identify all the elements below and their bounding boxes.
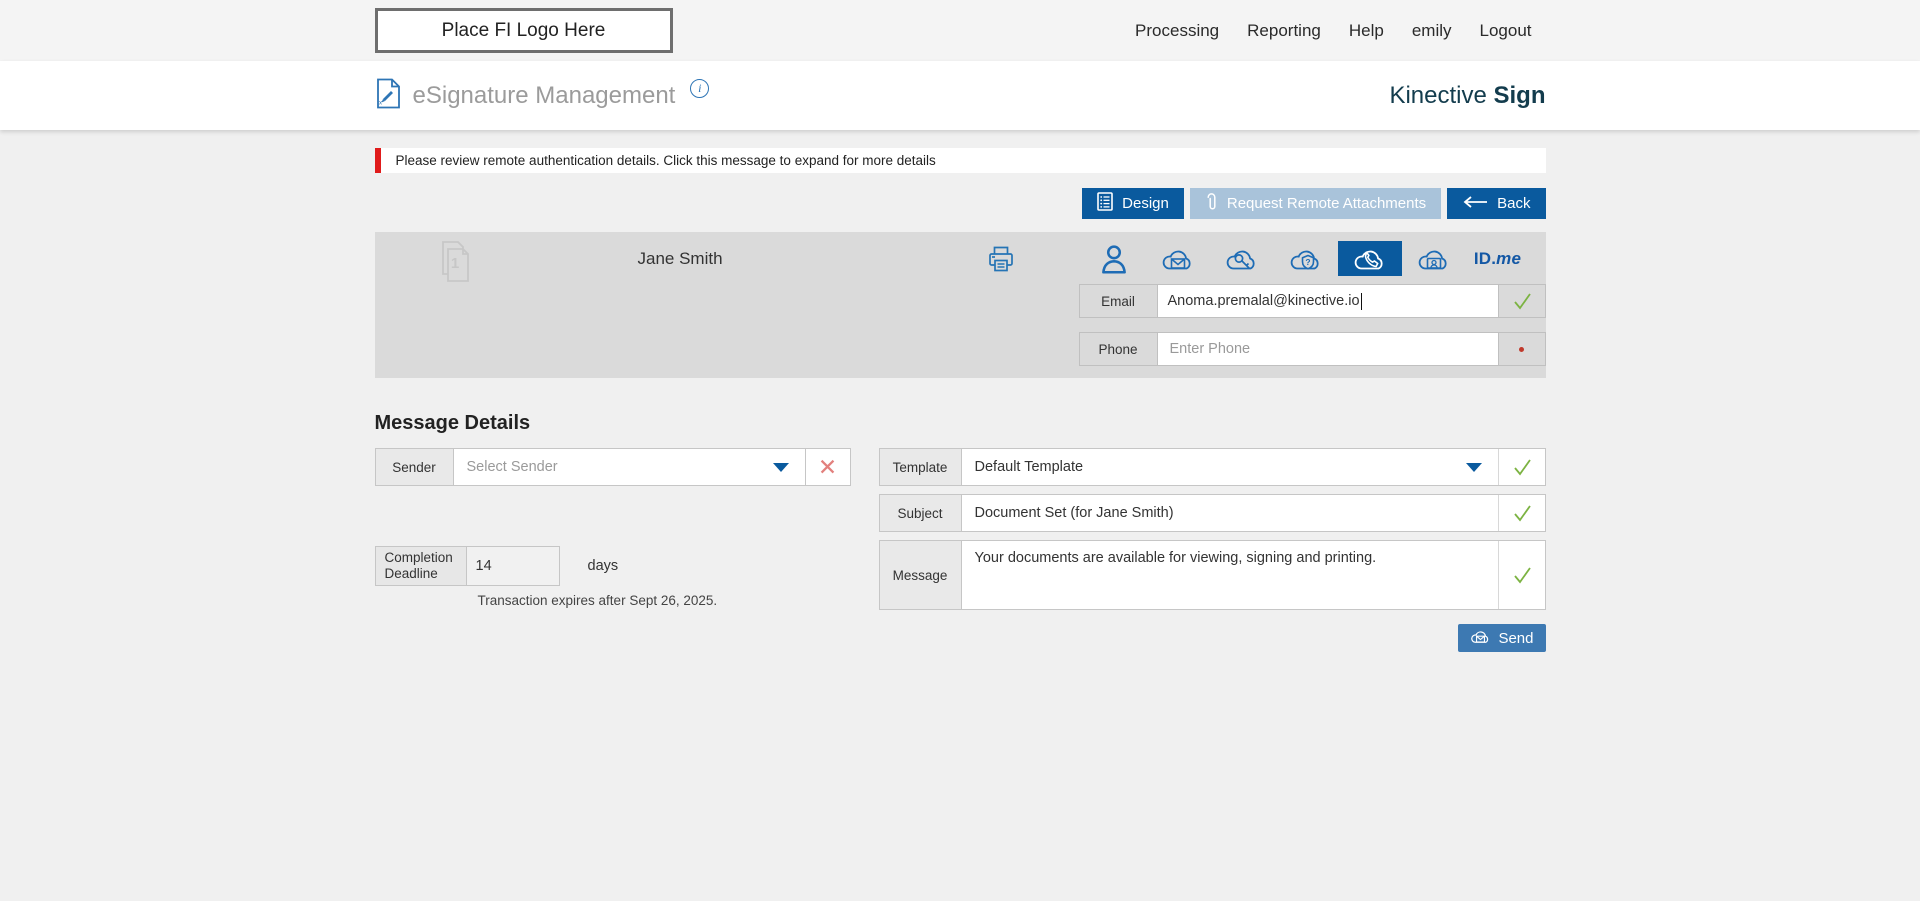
fi-logo-placeholder[interactable]: Place FI Logo Here [374, 8, 673, 53]
template-valid-check [1497, 449, 1545, 485]
check-icon [1513, 459, 1531, 476]
recipient-name: Jane Smith [637, 249, 723, 268]
chevron-down-icon[interactable] [772, 463, 789, 472]
clear-sender-button[interactable]: ✕ [804, 449, 850, 485]
printer-icon[interactable] [985, 243, 1017, 280]
subject-valid-check [1497, 495, 1545, 531]
auth-access-code-icon[interactable] [1210, 241, 1274, 276]
check-icon [1513, 505, 1531, 522]
nav-user[interactable]: emily [1412, 21, 1452, 41]
completion-deadline-unit: days [587, 558, 619, 574]
remote-auth-alert[interactable]: Please review remote authentication deta… [374, 148, 1546, 173]
required-dot-icon [1519, 346, 1524, 352]
svg-text:x: x [379, 100, 382, 106]
send-button[interactable]: Send [1458, 624, 1546, 652]
email-valid-check [1499, 285, 1545, 317]
brand-product: Sign [1493, 81, 1546, 109]
subject-input[interactable]: Document Set (for Jane Smith) [962, 495, 1498, 531]
back-button-label: Back [1497, 195, 1531, 212]
nav-processing[interactable]: Processing [1135, 21, 1219, 41]
info-icon[interactable]: i [690, 79, 710, 98]
message-details-heading: Message Details [374, 412, 531, 434]
email-input[interactable]: Anoma.premalal@kinective.io [1157, 285, 1499, 317]
top-nav: Processing Reporting Help emily Logout [1135, 21, 1545, 41]
auth-in-person-icon[interactable] [1082, 241, 1146, 276]
sender-label: Sender [375, 449, 454, 485]
nav-reporting[interactable]: Reporting [1247, 21, 1321, 41]
alert-text: Please review remote authentication deta… [395, 153, 936, 168]
check-icon [1513, 567, 1531, 584]
esignature-document-icon: x [375, 78, 402, 114]
recipient-panel: 1 Jane Smith ? ID.me Email Anoma.premala… [374, 232, 1546, 378]
sender-row: Sender Select Sender ✕ [374, 448, 851, 486]
auth-method-row: ? ID.me [1082, 241, 1530, 276]
auth-email-icon[interactable] [1146, 241, 1210, 276]
message-row: Message Your documents are available for… [878, 540, 1546, 610]
phone-row: Phone [1078, 332, 1546, 366]
send-email-icon [1470, 628, 1491, 649]
design-button[interactable]: Design [1082, 188, 1184, 219]
expiration-note: Transaction expires after Sept 26, 2025. [477, 593, 718, 608]
auth-idme-logo[interactable]: ID.me [1466, 241, 1530, 276]
request-remote-attachments-button[interactable]: Request Remote Attachments [1189, 188, 1442, 219]
svg-text:?: ? [1305, 257, 1310, 267]
subject-label: Subject [879, 495, 962, 531]
message-textarea[interactable]: Your documents are available for viewing… [962, 541, 1498, 609]
back-button[interactable]: Back [1447, 188, 1546, 219]
back-arrow-icon [1462, 195, 1488, 212]
nav-logout[interactable]: Logout [1480, 21, 1532, 41]
action-toolbar: Design Request Remote Attachments Back [375, 188, 1546, 219]
completion-deadline-input[interactable]: 14 [466, 546, 560, 586]
design-document-icon [1097, 192, 1113, 215]
brand-logo: Kinective Sign [1389, 82, 1545, 110]
paperclip-icon [1205, 191, 1218, 216]
phone-required-indicator [1499, 333, 1545, 365]
phone-input[interactable] [1167, 340, 1488, 358]
template-label: Template [879, 449, 962, 485]
phone-label: Phone [1080, 333, 1158, 365]
template-dropdown[interactable]: Default Template [962, 449, 1498, 485]
app-header: x eSignature Management i Kinective Sign [0, 61, 1920, 130]
main-content: Please review remote authentication deta… [0, 130, 1920, 652]
auth-security-question-icon[interactable]: ? [1274, 241, 1338, 276]
close-icon: ✕ [817, 453, 838, 480]
auth-phone-icon-selected[interactable] [1337, 241, 1402, 276]
fi-logo-text: Place FI Logo Here [441, 19, 606, 41]
email-label: Email [1080, 285, 1158, 317]
document-count-icon[interactable]: 1 [439, 240, 471, 287]
top-bar: Place FI Logo Here Processing Reporting … [0, 0, 1920, 61]
page-title: eSignature Management [412, 81, 676, 109]
auth-id-verification-icon[interactable] [1402, 241, 1466, 276]
sender-dropdown[interactable]: Select Sender [454, 449, 805, 485]
nav-help[interactable]: Help [1349, 21, 1384, 41]
design-button-label: Design [1122, 195, 1169, 212]
completion-deadline-block: Completion Deadline 14 days Transaction … [374, 546, 851, 608]
email-row: Email Anoma.premalal@kinective.io [1078, 284, 1546, 318]
check-icon [1513, 293, 1531, 310]
svg-text:1: 1 [450, 255, 458, 272]
request-remote-attachments-label: Request Remote Attachments [1226, 195, 1427, 212]
send-button-label: Send [1498, 629, 1534, 647]
template-row: Template Default Template [878, 448, 1546, 486]
subject-row: Subject Document Set (for Jane Smith) [878, 494, 1546, 532]
message-label: Message [879, 541, 962, 609]
text-cursor [1360, 292, 1362, 310]
message-valid-check [1497, 541, 1545, 609]
completion-deadline-label: Completion Deadline [374, 546, 467, 586]
chevron-down-icon[interactable] [1465, 463, 1482, 472]
brand-name: Kinective [1389, 81, 1487, 109]
